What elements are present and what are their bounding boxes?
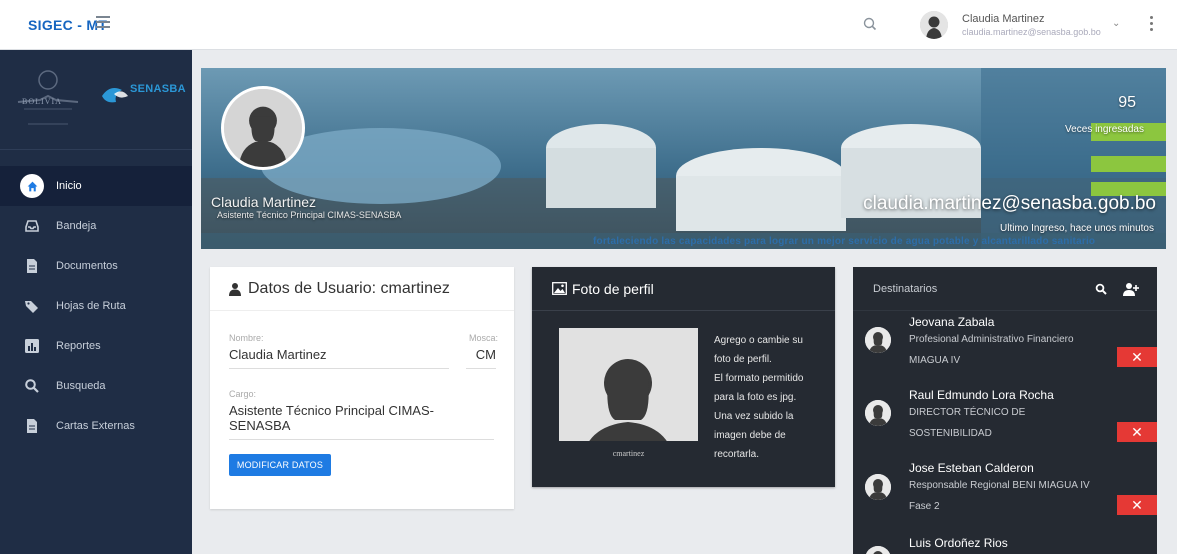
- recipient-avatar: [865, 546, 891, 554]
- user-card-header: Datos de Usuario: cmartinez: [210, 267, 514, 311]
- remove-recipient-button[interactable]: ✕: [1117, 347, 1157, 367]
- search-icon: [25, 379, 39, 393]
- recipient-role-line: MIAGUA IV: [909, 355, 961, 366]
- recipients-header: Destinatarios: [853, 267, 1157, 311]
- sidebar-item-inicio[interactable]: Inicio: [0, 166, 192, 206]
- search-icon[interactable]: [1095, 283, 1107, 295]
- search-icon[interactable]: [862, 16, 878, 32]
- mosca-label: Mosca:: [468, 333, 498, 343]
- sidebar-nav: Inicio Bandeja Documentos Hojas de Ruta …: [0, 166, 192, 446]
- sidebar-item-busqueda[interactable]: Busqueda: [0, 366, 192, 406]
- tags-icon: [25, 301, 38, 313]
- photo-card-header: Foto de perfil: [532, 267, 835, 311]
- sidebar-item-reportes[interactable]: Reportes: [0, 326, 192, 366]
- user-card-title: Datos de Usuario: cmartinez: [248, 279, 450, 297]
- remove-recipient-button[interactable]: ✕: [1117, 495, 1157, 515]
- last-login: Ultimo Ingreso, hace unos minutos: [1000, 223, 1154, 234]
- name-label: Nombre:: [229, 333, 264, 343]
- banner-avatar: [221, 86, 305, 170]
- document-icon: [27, 419, 37, 433]
- chevron-down-icon[interactable]: ⌄: [1112, 18, 1120, 29]
- banner-user-role: Asistente Técnico Principal CIMAS-SENASB…: [217, 210, 402, 220]
- recipient-name: Jose Esteban Calderon: [909, 461, 1034, 475]
- recipient-avatar: [865, 327, 891, 353]
- recipient-avatar: [865, 400, 891, 426]
- login-count-label: Veces ingresadas: [1065, 124, 1144, 135]
- sidebar-item-label: Hojas de Ruta: [56, 300, 126, 312]
- sidebar-item-label: Cartas Externas: [56, 420, 135, 432]
- instruction-line: imagen debe de: [714, 430, 786, 441]
- inbox-icon: [25, 220, 39, 232]
- home-icon: [20, 174, 44, 198]
- recipients-title: Destinatarios: [873, 282, 938, 295]
- recipient-role: DIRECTOR TÉCNICO DE SOSTENIBILIDAD: [909, 402, 1109, 444]
- user-data-card: Datos de Usuario: cmartinez Nombre: Clau…: [210, 267, 514, 509]
- sidebar-item-label: Reportes: [56, 340, 101, 352]
- logo-area: BOLIVIA SENASBA: [0, 50, 192, 150]
- sidebar-item-bandeja[interactable]: Bandeja: [0, 206, 192, 246]
- recipient-name: Raul Edmundo Lora Rocha: [909, 388, 1054, 402]
- photo-card-title: Foto de perfil: [572, 280, 654, 297]
- instruction-line: Una vez subido la: [714, 411, 794, 422]
- remove-recipient-button[interactable]: ✕: [1117, 422, 1157, 442]
- banner-slogan: fortaleciendo las capacidades para logra…: [593, 236, 1096, 247]
- modify-data-button[interactable]: MODIFICAR DATOS: [229, 454, 331, 476]
- add-user-icon[interactable]: [1123, 282, 1139, 296]
- sidebar-item-documentos[interactable]: Documentos: [0, 246, 192, 286]
- user-avatar[interactable]: [920, 11, 948, 39]
- banner-user-name: Claudia Martinez: [211, 194, 317, 210]
- user-name[interactable]: Claudia Martinez: [962, 13, 1045, 25]
- photo-instructions: Agrego o cambie su foto de perfil. El fo…: [714, 331, 824, 464]
- top-bar: SIGEC - MT Claudia Martinez claudia.mart…: [0, 0, 1177, 50]
- recipient-name: Luis Ordoñez Rios: [909, 536, 1008, 550]
- sidebar-item-label: Bandeja: [56, 220, 97, 232]
- instruction-line: Agrego o cambie su: [714, 335, 803, 346]
- photo-caption: cmartinez: [559, 441, 698, 465]
- recipient-name: Jeovana Zabala: [909, 315, 995, 329]
- profile-banner: Claudia Martinez Asistente Técnico Princ…: [201, 68, 1166, 249]
- user-email: claudia.martinez@senasba.gob.bo: [962, 27, 1101, 37]
- sidebar-item-cartas-externas[interactable]: Cartas Externas: [0, 406, 192, 446]
- bolivia-logo-text: BOLIVIA: [22, 97, 62, 106]
- bar-chart-icon: [25, 339, 39, 353]
- sidebar: BOLIVIA SENASBA Inicio Bandeja Documento…: [0, 50, 192, 554]
- recipient-role: Profesional Administrativo Financiero MI…: [909, 329, 1109, 371]
- menu-toggle-icon[interactable]: [96, 16, 110, 30]
- image-icon: [552, 282, 567, 295]
- instruction-line: recortarla.: [714, 449, 760, 460]
- sidebar-item-label: Documentos: [56, 260, 118, 272]
- recipient-role-line: Profesional Administrativo Financiero: [909, 334, 1074, 345]
- banner-user-email: claudia.martinez@senasba.gob.bo: [863, 193, 1156, 214]
- cargo-label: Cargo:: [229, 389, 257, 399]
- banner-photo: [201, 68, 1166, 249]
- name-field[interactable]: Claudia Martinez: [229, 347, 449, 369]
- recipient-role-line: Responsable Regional BENI MIAGUA IV: [909, 480, 1090, 491]
- recipient-role-line: SOSTENIBILIDAD: [909, 428, 992, 439]
- recipient-avatar: [865, 474, 891, 500]
- more-options-icon[interactable]: [1148, 16, 1154, 34]
- profile-photo-card: Foto de perfil cmartinez Agrego o cambie…: [532, 267, 835, 487]
- instruction-line: para la foto es jpg.: [714, 392, 797, 403]
- login-count: 95: [1118, 94, 1136, 111]
- mosca-field[interactable]: CM: [466, 347, 496, 369]
- document-icon: [27, 259, 37, 273]
- instruction-line: El formato permitido: [714, 373, 804, 384]
- senasba-logo-text: SENASBA: [130, 83, 186, 95]
- sidebar-item-hojas-de-ruta[interactable]: Hojas de Ruta: [0, 286, 192, 326]
- recipients-card: Destinatarios Jeovana Zabala Profesional…: [853, 267, 1157, 554]
- cargo-field[interactable]: Asistente Técnico Principal CIMAS-SENASB…: [229, 403, 494, 440]
- recipient-role-line: Fase 2: [909, 501, 940, 512]
- sidebar-item-label: Inicio: [56, 180, 82, 192]
- sidebar-item-label: Busqueda: [56, 380, 106, 392]
- instruction-line: foto de perfil.: [714, 354, 772, 365]
- profile-photo[interactable]: cmartinez: [559, 328, 698, 465]
- user-icon: [229, 282, 241, 296]
- recipient-role-line: DIRECTOR TÉCNICO DE: [909, 407, 1026, 418]
- recipient-role: Responsable Regional BENI MIAGUA IV Fase…: [909, 475, 1109, 517]
